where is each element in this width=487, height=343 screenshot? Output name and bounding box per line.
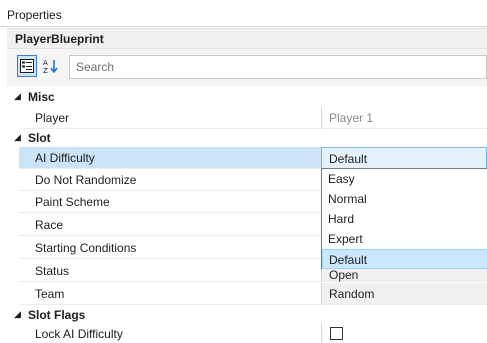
team-combobox[interactable]: Random [321, 283, 487, 305]
search-input[interactable] [70, 56, 486, 78]
svg-text:Z: Z [43, 67, 48, 74]
svg-text:A: A [43, 59, 48, 67]
property-name: Player [35, 111, 70, 125]
category-label: Slot Flags [28, 308, 86, 322]
dropdown-option-easy[interactable]: Easy [322, 169, 487, 189]
dropdown-option-normal[interactable]: Normal [322, 189, 487, 209]
collapse-triangle-icon[interactable]: ◢ [14, 132, 21, 143]
property-row-player[interactable]: Player Player 1 [7, 107, 487, 129]
alphabetical-view-button[interactable]: A Z [41, 55, 61, 77]
property-name: Starting Conditions [35, 241, 137, 255]
object-name: PlayerBlueprint [15, 32, 104, 46]
collapse-triangle-icon[interactable]: ◢ [14, 309, 21, 320]
property-name: Race [35, 218, 64, 232]
properties-toolbar: A Z [7, 49, 487, 86]
property-name: Do Not Randomize [35, 173, 137, 187]
property-name: AI Difficulty [35, 151, 95, 165]
categorized-view-button[interactable] [17, 55, 37, 77]
lock-ai-difficulty-checkbox[interactable] [330, 327, 343, 340]
categorized-icon [20, 59, 34, 73]
search-box[interactable] [69, 55, 487, 79]
dropdown-option-hard[interactable]: Hard [322, 209, 487, 229]
properties-title-bar: Properties [0, 0, 487, 27]
player-value: Player 1 [321, 107, 487, 129]
property-row-lock-ai-difficulty[interactable]: Lock AI Difficulty [7, 323, 487, 343]
dropdown-option-expert[interactable]: Expert [322, 229, 487, 249]
category-label: Misc [28, 90, 55, 104]
category-misc[interactable]: ◢ Misc [7, 87, 487, 109]
property-row-ai-difficulty[interactable]: AI Difficulty Default [7, 147, 487, 169]
sort-alphabetical-icon: A Z [43, 59, 58, 74]
category-label: Slot [28, 131, 51, 145]
ai-difficulty-combobox[interactable]: Default [321, 147, 487, 169]
property-name: Status [35, 264, 70, 278]
property-name: Paint Scheme [35, 195, 110, 209]
dropdown-option-default[interactable]: Default [322, 249, 487, 269]
collapse-triangle-icon[interactable]: ◢ [14, 91, 21, 102]
property-name: Team [35, 287, 65, 301]
lock-ai-difficulty-value [321, 323, 487, 343]
window-title: Properties [7, 8, 62, 22]
ai-difficulty-dropdown-list: Easy Normal Hard Expert Default [321, 168, 487, 269]
property-row-team[interactable]: Team Random [7, 283, 487, 305]
selected-object-bar: PlayerBlueprint [7, 28, 487, 49]
property-name: Lock AI Difficulty [35, 327, 123, 341]
